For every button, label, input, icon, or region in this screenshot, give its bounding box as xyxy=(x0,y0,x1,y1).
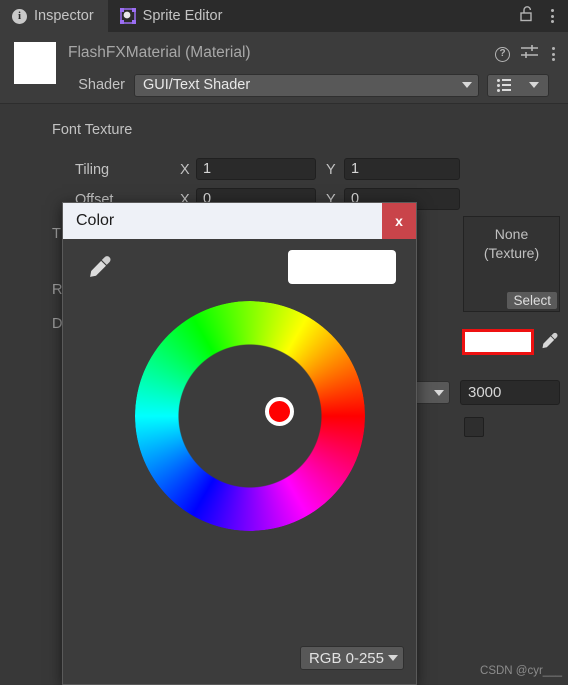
tiling-y-input[interactable]: 1 xyxy=(344,158,460,180)
help-icon[interactable]: ? xyxy=(495,46,510,62)
tint-color-label: T xyxy=(52,226,61,242)
chevron-down-icon xyxy=(434,389,444,396)
tiling-label: Tiling xyxy=(75,162,110,178)
unity-inspector-window: i Inspector Sprite Editor FlashFXMateria… xyxy=(0,0,568,685)
preset-sliders-icon[interactable] xyxy=(521,44,538,64)
texture-none-line1: None xyxy=(494,226,529,242)
texture-none-line2: (Texture) xyxy=(483,245,540,261)
kebab-menu-icon[interactable] xyxy=(548,7,557,25)
render-queue-value-input[interactable]: 3000 xyxy=(460,380,560,405)
chevron-down-icon xyxy=(529,82,540,88)
close-icon[interactable]: x xyxy=(382,203,416,239)
kebab-menu-icon[interactable] xyxy=(549,45,558,63)
chevron-down-icon xyxy=(462,82,472,88)
font-texture-label: Font Texture xyxy=(52,122,133,138)
tint-color-swatch[interactable] xyxy=(462,329,534,355)
page-title: FlashFXMaterial (Material) xyxy=(68,44,251,61)
color-dialog-footer: RGB 0-255 xyxy=(63,646,418,676)
double-sided-label: D xyxy=(52,316,63,332)
texture-select-button[interactable]: Select xyxy=(507,292,557,309)
render-queue-label: R xyxy=(52,282,63,298)
shader-label: Shader xyxy=(78,77,125,93)
info-icon: i xyxy=(12,8,27,24)
eyedropper-icon[interactable] xyxy=(87,255,113,286)
sprite-editor-icon xyxy=(119,8,136,24)
shader-row: Shader GUI/Text Shader xyxy=(0,71,568,99)
font-texture-slot[interactable]: None (Texture) Select xyxy=(463,216,560,312)
tab-bar-actions xyxy=(520,0,568,32)
editor-tab-bar: i Inspector Sprite Editor xyxy=(0,0,568,32)
chevron-down-icon xyxy=(388,655,398,661)
color-format-dropdown[interactable]: RGB 0-255 xyxy=(299,646,404,670)
material-header: FlashFXMaterial (Material) ? Shader GUI/… xyxy=(0,32,568,104)
color-format-value: RGB 0-255 xyxy=(308,649,384,667)
hue-ring[interactable] xyxy=(135,301,365,531)
color-preview-swatch[interactable] xyxy=(288,250,396,284)
tab-inspector[interactable]: i Inspector xyxy=(0,0,108,32)
unlocked-padlock-icon[interactable] xyxy=(520,5,535,27)
double-sided-checkbox[interactable] xyxy=(464,417,484,437)
tab-sprite-editor-label: Sprite Editor xyxy=(142,8,223,24)
shader-list-icon xyxy=(496,78,512,92)
tab-inspector-label: Inspector xyxy=(34,8,94,24)
eyedropper-icon[interactable] xyxy=(540,332,559,356)
tiling-y-axis-label: Y xyxy=(326,162,336,178)
color-dialog-titlebar[interactable]: Color x xyxy=(63,203,416,239)
tab-sprite-editor[interactable]: Sprite Editor xyxy=(108,0,237,32)
hue-ring-marker[interactable] xyxy=(265,397,294,426)
tiling-x-axis-label: X xyxy=(180,162,190,178)
color-dialog-title: Color xyxy=(76,212,115,229)
shader-options-button[interactable] xyxy=(487,73,549,97)
color-wheel-area xyxy=(63,297,418,637)
texture-slot-empty-text: None (Texture) xyxy=(464,217,559,263)
watermark-text: CSDN @cyr___ xyxy=(480,665,562,677)
shader-dropdown[interactable]: GUI/Text Shader xyxy=(134,73,479,97)
color-picker-dialog: Color x RGB 0-255 xyxy=(62,202,417,685)
color-dialog-toolbar xyxy=(63,239,416,297)
tiling-x-input[interactable]: 1 xyxy=(196,158,316,180)
shader-dropdown-value: GUI/Text Shader xyxy=(143,77,251,93)
material-header-actions: ? xyxy=(495,44,558,64)
